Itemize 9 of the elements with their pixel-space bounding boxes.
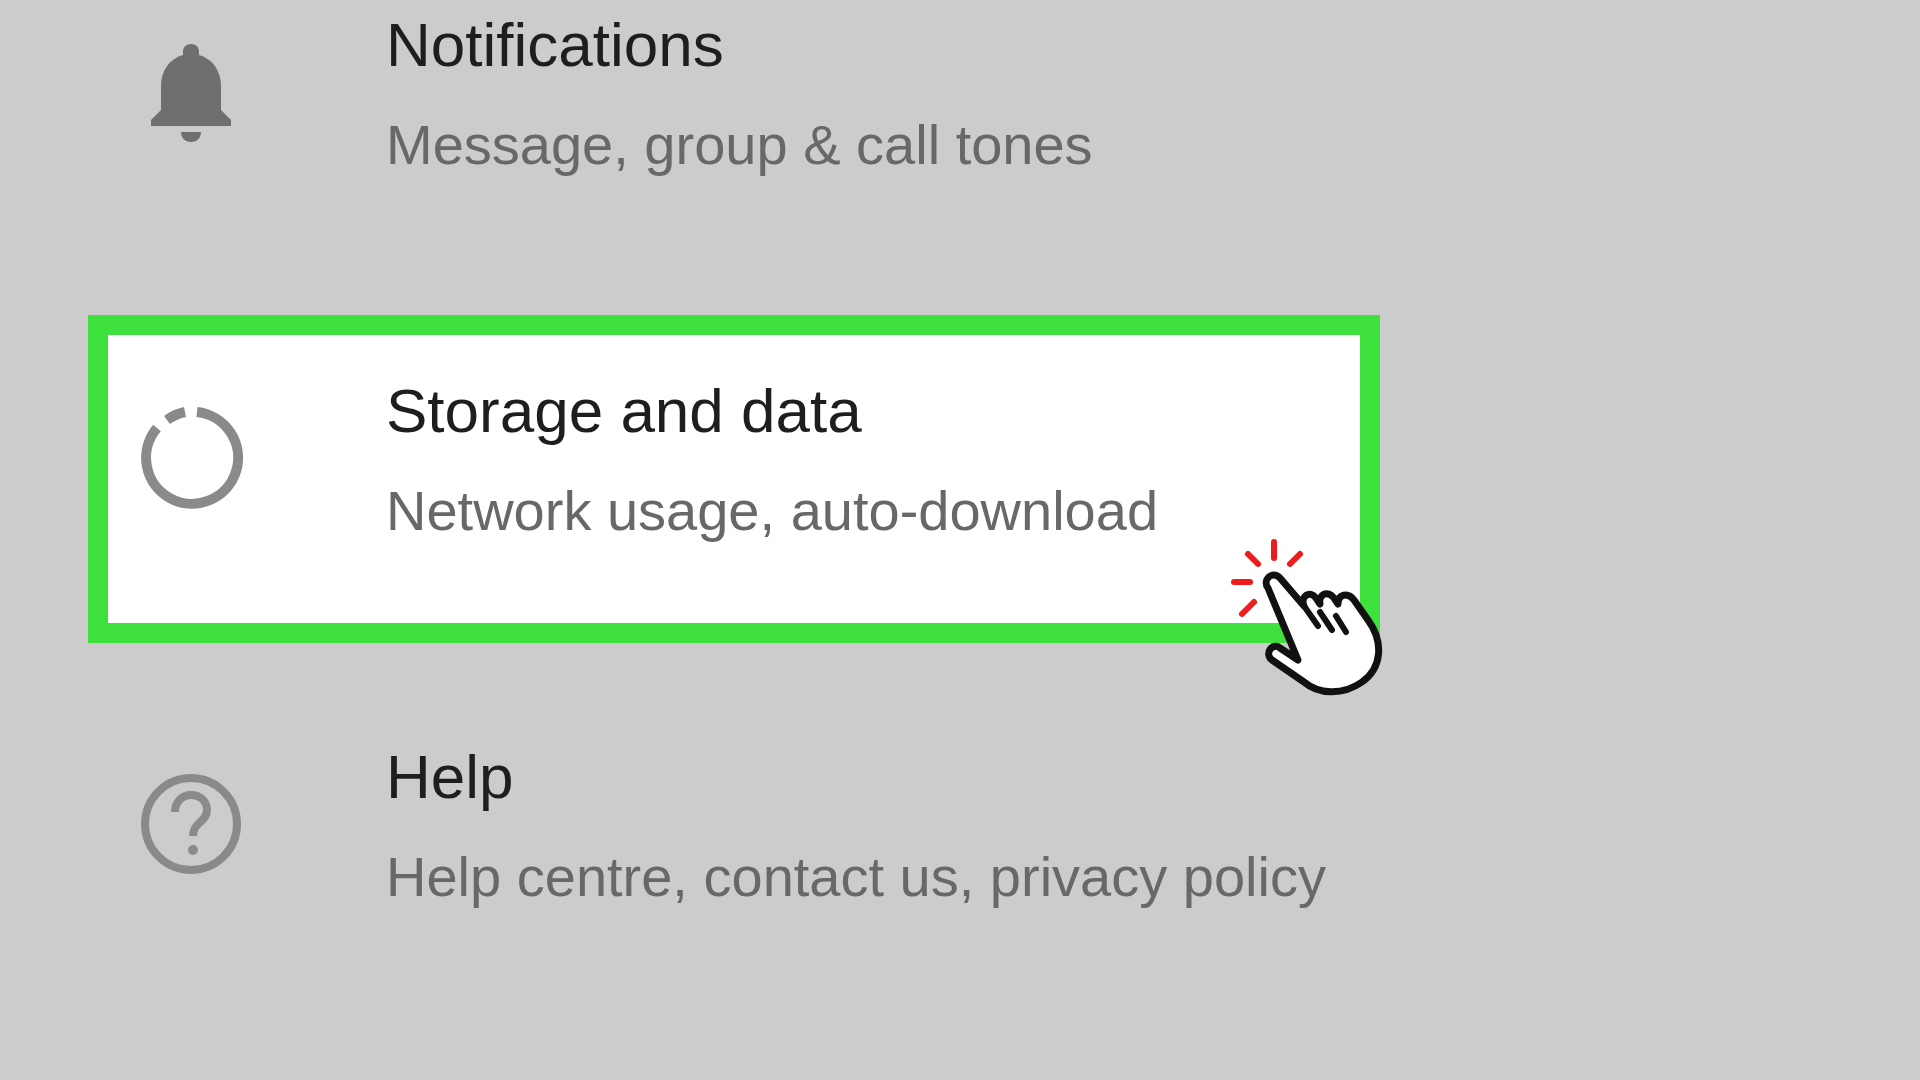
setting-row[interactable]: Help Help centre, contact us, privacy policy — [88, 681, 1380, 1009]
setting-title: Storage and data — [386, 375, 863, 447]
setting-description: Help centre, contact us, privacy policy — [386, 844, 1326, 910]
setting-title: Help — [386, 741, 515, 813]
setting-row[interactable]: Notifications Message, group & call tones — [88, 0, 1380, 277]
highlighted-setting-row[interactable]: Storage and data Network usage, auto-download — [88, 315, 1380, 643]
setting-title: Notifications — [386, 9, 725, 81]
setting-description: Message, group & call tones — [386, 112, 1093, 178]
setting-description: Network usage, auto-download — [386, 478, 1159, 544]
